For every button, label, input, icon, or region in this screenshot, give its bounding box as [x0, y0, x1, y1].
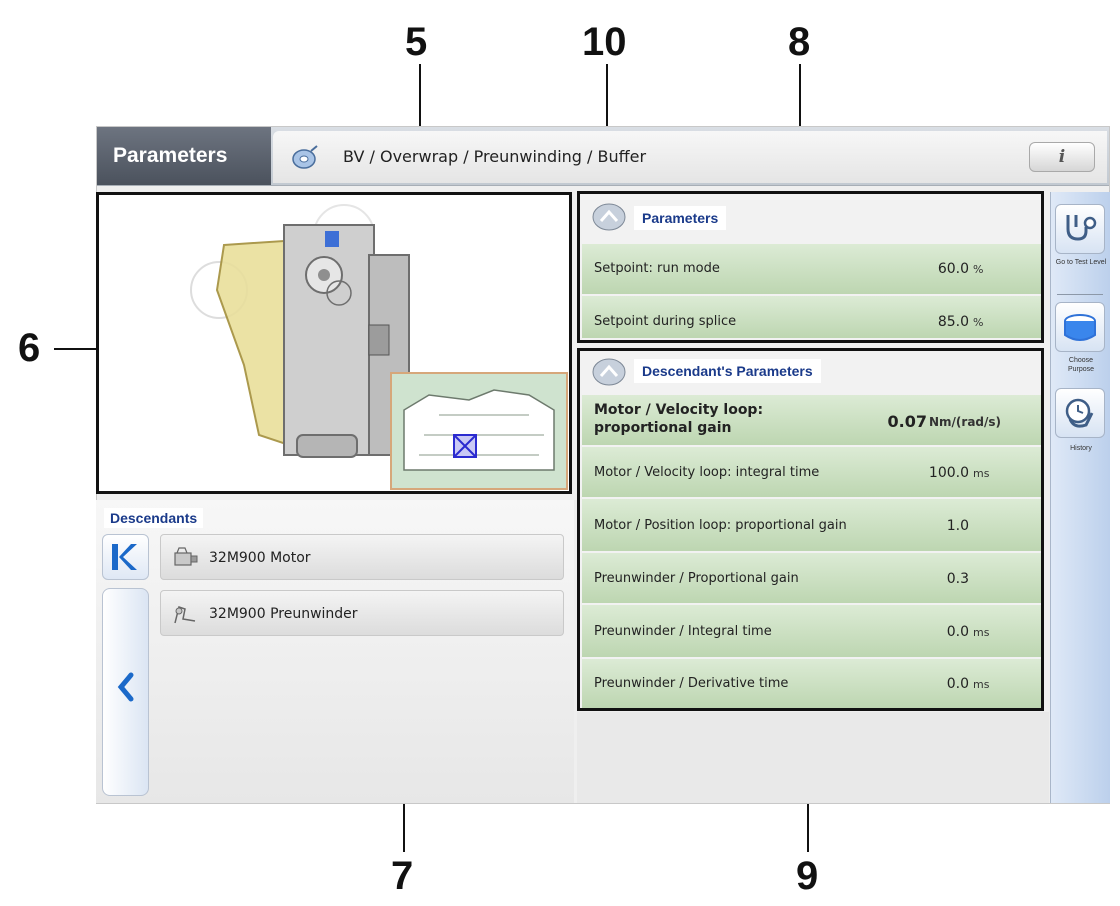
- callout-8: 8: [788, 20, 811, 64]
- previous-page-button[interactable]: [102, 588, 149, 796]
- callout-6-line: [54, 348, 96, 350]
- parameter-row[interactable]: Motor / Position loop: proportional gain…: [582, 499, 1041, 553]
- collapse-icon: [592, 203, 626, 231]
- breadcrumb-path: BV / Overwrap / Preunwinding / Buffer: [343, 147, 647, 166]
- parameter-row[interactable]: Setpoint: run mode 60.0 %: [582, 244, 1041, 296]
- descendant-item-motor[interactable]: 32M900 Motor: [160, 534, 564, 580]
- parameter-unit: ms: [973, 626, 990, 639]
- parameter-unit: ms: [973, 467, 990, 480]
- parameter-unit: ms: [973, 678, 990, 691]
- parameter-unit: %: [973, 263, 984, 276]
- history-icon: [1065, 398, 1094, 428]
- descendants-panel: Descendants 32M900 Motor 32M900 Preunwin…: [96, 500, 574, 803]
- parameter-name: Motor / Velocity loop: proportional gain: [594, 402, 764, 436]
- parameter-value: 0.0: [946, 676, 969, 692]
- history-label: History: [1070, 445, 1092, 452]
- descendant-parameters-header[interactable]: Descendant's Parameters: [580, 351, 1041, 395]
- descendant-parameters-title: Descendant's Parameters: [634, 359, 821, 383]
- info-button[interactable]: i: [1029, 142, 1095, 172]
- parameter-value: 0.0: [946, 624, 969, 640]
- parameter-row[interactable]: Preunwinder / Integral time 0.0 ms: [582, 605, 1041, 659]
- parameter-name: Preunwinder / Derivative time: [594, 676, 789, 691]
- machine-image-pane: [96, 192, 572, 494]
- descendant-parameters-section: Descendant's Parameters Motor / Velocity…: [577, 348, 1044, 711]
- right-sidebar: Go to Test Level Choose Purpose History: [1050, 192, 1110, 803]
- first-page-button[interactable]: [102, 534, 149, 580]
- parameter-name: Preunwinder / Integral time: [594, 624, 772, 639]
- callout-9: 9: [796, 854, 819, 898]
- descendant-item-preunwinder[interactable]: 32M900 Preunwinder: [160, 590, 564, 636]
- parameter-value: 85.0: [937, 314, 969, 330]
- motor-icon: [174, 547, 198, 566]
- descendant-item-label: 32M900 Preunwinder: [209, 606, 358, 622]
- parameter-row[interactable]: Motor / Velocity loop: integral time 100…: [582, 447, 1041, 499]
- parameter-value: 100.0: [928, 465, 969, 481]
- page-title: Parameters: [97, 127, 271, 185]
- choose-purpose-button[interactable]: [1055, 302, 1105, 352]
- parameter-row-selected[interactable]: Motor / Velocity loop: proportional gain…: [582, 395, 1041, 447]
- stethoscope-icon: [1066, 215, 1097, 241]
- title-bar: Parameters BV / Overwrap / Preunwinding …: [97, 127, 1109, 186]
- parameter-name: Setpoint during splice: [594, 314, 737, 329]
- parameters-header[interactable]: Parameters: [580, 194, 1041, 244]
- parameter-row[interactable]: Preunwinder / Derivative time 0.0 ms: [582, 659, 1041, 708]
- right-empty-area: [577, 712, 1049, 803]
- reel-icon: [292, 145, 318, 169]
- chevron-left-icon: [117, 672, 134, 702]
- skip-back-icon: [112, 544, 137, 570]
- parameters-title: Parameters: [634, 206, 727, 230]
- callout-5: 5: [405, 20, 428, 64]
- go-to-test-level-label: Go to Test Level: [1055, 259, 1107, 266]
- descendants-header: Descendants: [104, 508, 204, 528]
- callout-6: 6: [18, 326, 41, 370]
- descendant-item-label: 32M900 Motor: [209, 550, 311, 566]
- machine-illustration: [190, 204, 568, 490]
- callout-10: 10: [582, 20, 627, 64]
- parameter-name: Motor / Position loop: proportional gain: [594, 518, 847, 533]
- history-button[interactable]: [1055, 388, 1105, 438]
- parameters-section: Parameters Setpoint: run mode 60.0 % Set…: [577, 191, 1044, 343]
- parameter-name: Setpoint: run mode: [594, 261, 720, 276]
- sidebar-divider: [1057, 294, 1103, 295]
- preunwinder-icon: [174, 606, 196, 624]
- parameter-value: 60.0: [937, 261, 969, 277]
- callout-7: 7: [391, 854, 414, 898]
- parameter-value: 0.07: [887, 412, 927, 431]
- parameter-name: Preunwinder / Proportional gain: [594, 571, 799, 586]
- breadcrumb[interactable]: BV / Overwrap / Preunwinding / Buffer i: [273, 131, 1107, 183]
- parameter-value: 1.0: [946, 518, 969, 534]
- go-to-test-level-button[interactable]: [1055, 204, 1105, 254]
- collapse-icon: [592, 358, 626, 386]
- parameter-name: Motor / Velocity loop: integral time: [594, 465, 820, 480]
- parameter-value: 0.3: [946, 571, 969, 587]
- parameter-unit: Nm/(rad/s): [929, 415, 1002, 429]
- parameter-row[interactable]: Setpoint during splice 85.0 %: [582, 296, 1041, 340]
- parameter-unit: %: [973, 316, 984, 329]
- parameter-row[interactable]: Preunwinder / Proportional gain 0.3: [582, 553, 1041, 605]
- choose-purpose-label: Choose Purpose: [1067, 357, 1095, 373]
- purpose-icon: [1064, 314, 1096, 341]
